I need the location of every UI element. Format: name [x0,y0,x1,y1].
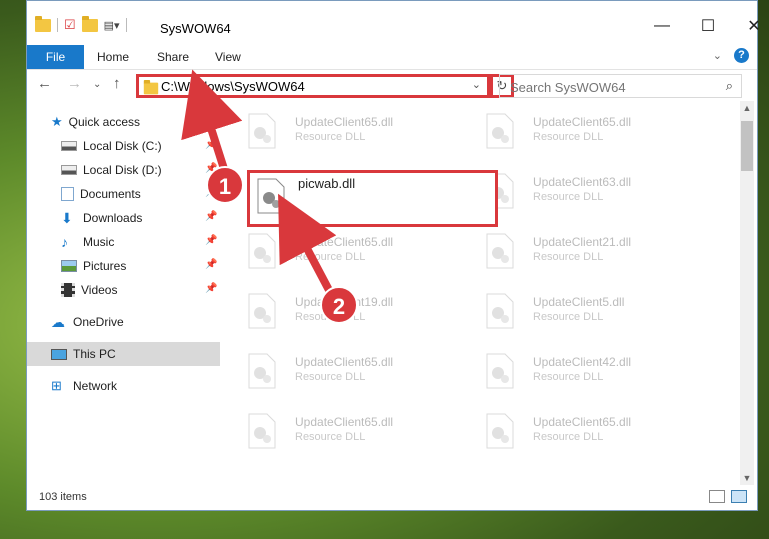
callout-marker-2: 2 [320,286,358,324]
arrow-to-file [278,193,337,294]
callout-marker-1: 1 [206,166,244,204]
arrow-to-address-bar [181,69,243,174]
callout-arrows [181,69,337,294]
